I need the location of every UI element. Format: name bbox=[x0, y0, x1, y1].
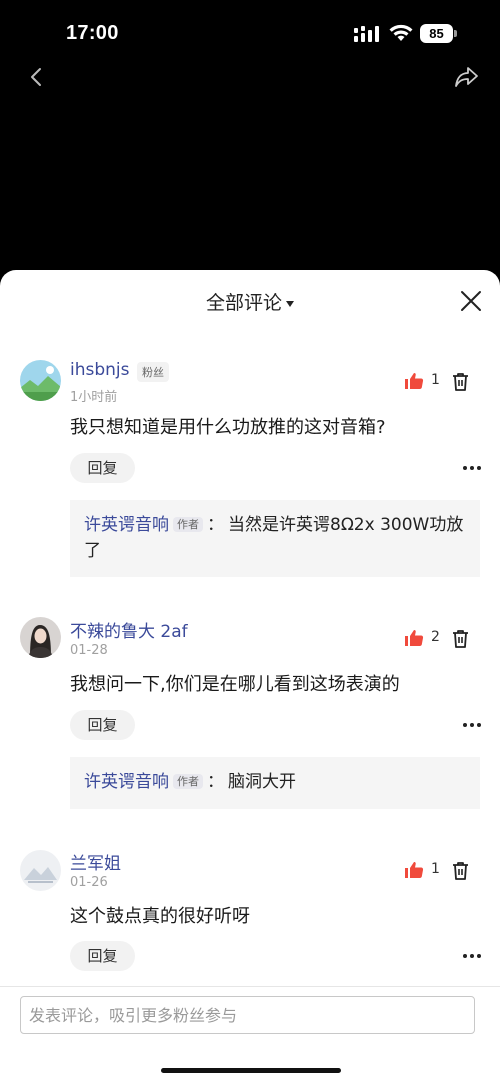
author-badge: 作者 bbox=[173, 517, 203, 532]
reply-separator: ： bbox=[207, 515, 224, 535]
like-count: 1 bbox=[431, 372, 440, 388]
comment-time: 01-28 bbox=[70, 643, 108, 658]
delete-icon[interactable] bbox=[452, 629, 469, 648]
author-badge: 作者 bbox=[173, 774, 203, 789]
reply-author[interactable]: 许英谔音响 bbox=[84, 772, 169, 792]
delete-icon[interactable] bbox=[452, 861, 469, 880]
share-icon[interactable] bbox=[454, 65, 480, 89]
username[interactable]: 不辣的鲁大 2af bbox=[70, 617, 188, 642]
reply-button[interactable]: 回复 bbox=[70, 941, 135, 971]
author-reply[interactable]: 许英谔音响 作者 ：脑洞大开 bbox=[70, 757, 480, 809]
reply-text: 脑洞大开 bbox=[228, 772, 296, 792]
avatar[interactable] bbox=[20, 617, 61, 658]
sort-dropdown[interactable]: 全部评论 bbox=[0, 288, 500, 315]
comment-input[interactable] bbox=[21, 997, 474, 1033]
username[interactable]: ihsbnjs bbox=[70, 360, 130, 380]
home-indicator bbox=[161, 1068, 341, 1073]
sheet-header: 全部评论 bbox=[0, 270, 500, 332]
author-reply[interactable]: 许英谔音响 作者：当然是许英谔8Ω2x 300W功放了 bbox=[70, 500, 480, 577]
status-bar: 17:00 85 bbox=[0, 0, 500, 62]
comment-sheet: 全部评论 ihsbnjs 粉丝 1小时前 1 我只想知道是用什么功放推的这对音箱… bbox=[0, 270, 500, 1083]
comment-input-box[interactable] bbox=[20, 996, 475, 1034]
username[interactable]: 兰军姐 bbox=[70, 849, 121, 874]
comment-text: 我只想知道是用什么功放推的这对音箱? bbox=[70, 417, 386, 438]
delete-icon[interactable] bbox=[452, 372, 469, 391]
like-icon[interactable] bbox=[404, 372, 424, 390]
caret-down-icon bbox=[286, 300, 294, 307]
like-icon[interactable] bbox=[404, 861, 424, 879]
divider bbox=[0, 986, 500, 987]
back-icon[interactable] bbox=[26, 66, 48, 88]
wifi-icon bbox=[389, 24, 413, 41]
fan-badge: 粉丝 bbox=[137, 362, 169, 382]
sheet-title: 全部评论 bbox=[205, 292, 282, 314]
battery-level: 85 bbox=[420, 24, 453, 43]
status-time: 17:00 bbox=[66, 22, 119, 44]
signal-icon bbox=[354, 26, 379, 42]
reply-author[interactable]: 许英谔音响 bbox=[84, 515, 169, 535]
reply-separator: ： bbox=[207, 772, 224, 792]
avatar[interactable] bbox=[20, 850, 61, 891]
comment-time: 01-26 bbox=[70, 875, 108, 890]
like-count: 1 bbox=[431, 861, 440, 877]
comment-text: 我想问一下,你们是在哪儿看到这场表演的 bbox=[70, 674, 400, 695]
more-icon[interactable] bbox=[462, 465, 482, 471]
more-icon[interactable] bbox=[462, 722, 482, 728]
comment-text: 这个鼓点真的很好听呀 bbox=[70, 906, 250, 927]
like-icon[interactable] bbox=[404, 629, 424, 647]
close-icon[interactable] bbox=[460, 290, 482, 312]
reply-button[interactable]: 回复 bbox=[70, 453, 135, 483]
avatar[interactable] bbox=[20, 360, 61, 401]
more-icon[interactable] bbox=[462, 953, 482, 959]
comment-time: 1小时前 bbox=[70, 390, 118, 405]
reply-button[interactable]: 回复 bbox=[70, 710, 135, 740]
battery-icon: 85 bbox=[420, 24, 457, 43]
like-count: 2 bbox=[431, 629, 440, 645]
